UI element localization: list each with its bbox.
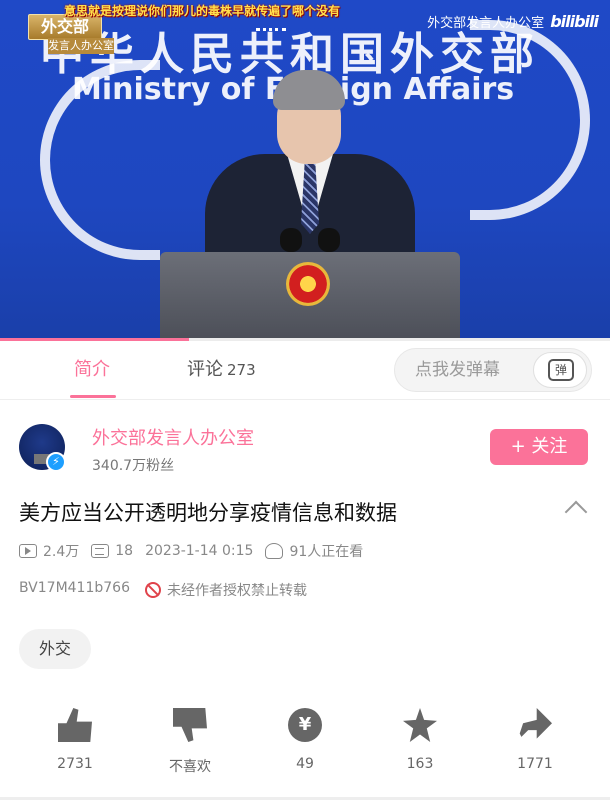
forbidden-icon xyxy=(145,582,161,598)
no-reprint-text: 未经作者授权禁止转载 xyxy=(167,583,307,599)
share-button[interactable]: 1771 xyxy=(495,706,575,772)
uploader-name[interactable]: 外交部发言人办公室 xyxy=(92,424,254,450)
dislike-button[interactable]: 不喜欢 xyxy=(150,706,230,776)
follow-button[interactable]: + 关注 xyxy=(490,429,588,465)
microphone-icon xyxy=(318,228,340,252)
video-meta: 2.4万 18 2023-1-14 0:15 91人正在看 xyxy=(19,541,363,561)
tab-active-indicator xyxy=(70,395,116,398)
danmu-input[interactable]: 点我发弹幕 弹 xyxy=(394,348,592,392)
watermark: 外交部发言人办公室 bilibili xyxy=(427,12,599,31)
danmu-toggle-button[interactable]: 弹 xyxy=(533,352,587,388)
bilibili-logo: bilibili xyxy=(550,12,599,31)
more-dots-icon[interactable] xyxy=(256,28,286,32)
video-player[interactable]: 中华人民共和国外交部 Ministry of Foreign Affairs 外… xyxy=(0,0,610,340)
like-count: 2731 xyxy=(57,756,93,772)
bv-id: BV17M411b766 xyxy=(19,580,130,596)
no-reprint-notice: 未经作者授权禁止转载 xyxy=(145,580,307,600)
share-icon xyxy=(519,708,552,739)
favorite-count: 163 xyxy=(406,756,434,772)
view-count: 2.4万 xyxy=(43,544,80,560)
action-bar: 2731 不喜欢 ¥ 49 163 1771 xyxy=(0,706,610,786)
channel-sticker-sub: 发言人办公室 xyxy=(48,38,114,54)
coin-icon: ¥ xyxy=(288,708,322,742)
microphone-icon xyxy=(280,228,302,252)
dislike-label: 不喜欢 xyxy=(169,759,211,775)
share-count: 1771 xyxy=(517,756,553,772)
favorite-button[interactable]: 163 xyxy=(380,706,460,772)
watching-count: 91人正在看 xyxy=(289,544,364,560)
coin-button[interactable]: ¥ 49 xyxy=(265,706,345,772)
verified-badge-icon: ⚡ xyxy=(46,452,66,472)
danmaku-count: 18 xyxy=(115,543,134,559)
tab-comments-label: 评论 xyxy=(187,359,223,380)
national-emblem-icon xyxy=(286,262,330,306)
video-caption: 意思就是按理说你们那儿的毒株早就传遍了哪个没有 xyxy=(64,4,341,18)
danmaku-count-icon xyxy=(91,544,110,558)
star-icon xyxy=(403,708,437,742)
chevron-up-icon[interactable] xyxy=(564,500,588,524)
fans-count: 340.7万粉丝 xyxy=(92,458,175,474)
comments-count: 273 xyxy=(227,361,256,379)
watermark-name: 外交部发言人办公室 xyxy=(427,16,545,31)
tab-comments[interactable]: 评论 273 xyxy=(187,341,256,399)
like-button[interactable]: 2731 xyxy=(35,706,115,772)
thumbs-down-icon xyxy=(173,708,207,742)
play-count-icon xyxy=(19,544,37,558)
thumbs-up-icon xyxy=(58,708,92,742)
tag-chip[interactable]: 外交 xyxy=(19,629,91,669)
coin-count: 49 xyxy=(296,756,314,772)
video-title: 美方应当公开透明地分享疫情信息和数据 xyxy=(19,501,397,525)
watching-icon xyxy=(265,543,284,559)
danmu-placeholder: 点我发弹幕 xyxy=(415,360,500,380)
tab-intro[interactable]: 简介 xyxy=(74,341,110,399)
spokesperson xyxy=(205,70,415,274)
publish-date: 2023-1-14 0:15 xyxy=(145,543,254,559)
danmu-icon: 弹 xyxy=(548,359,574,381)
